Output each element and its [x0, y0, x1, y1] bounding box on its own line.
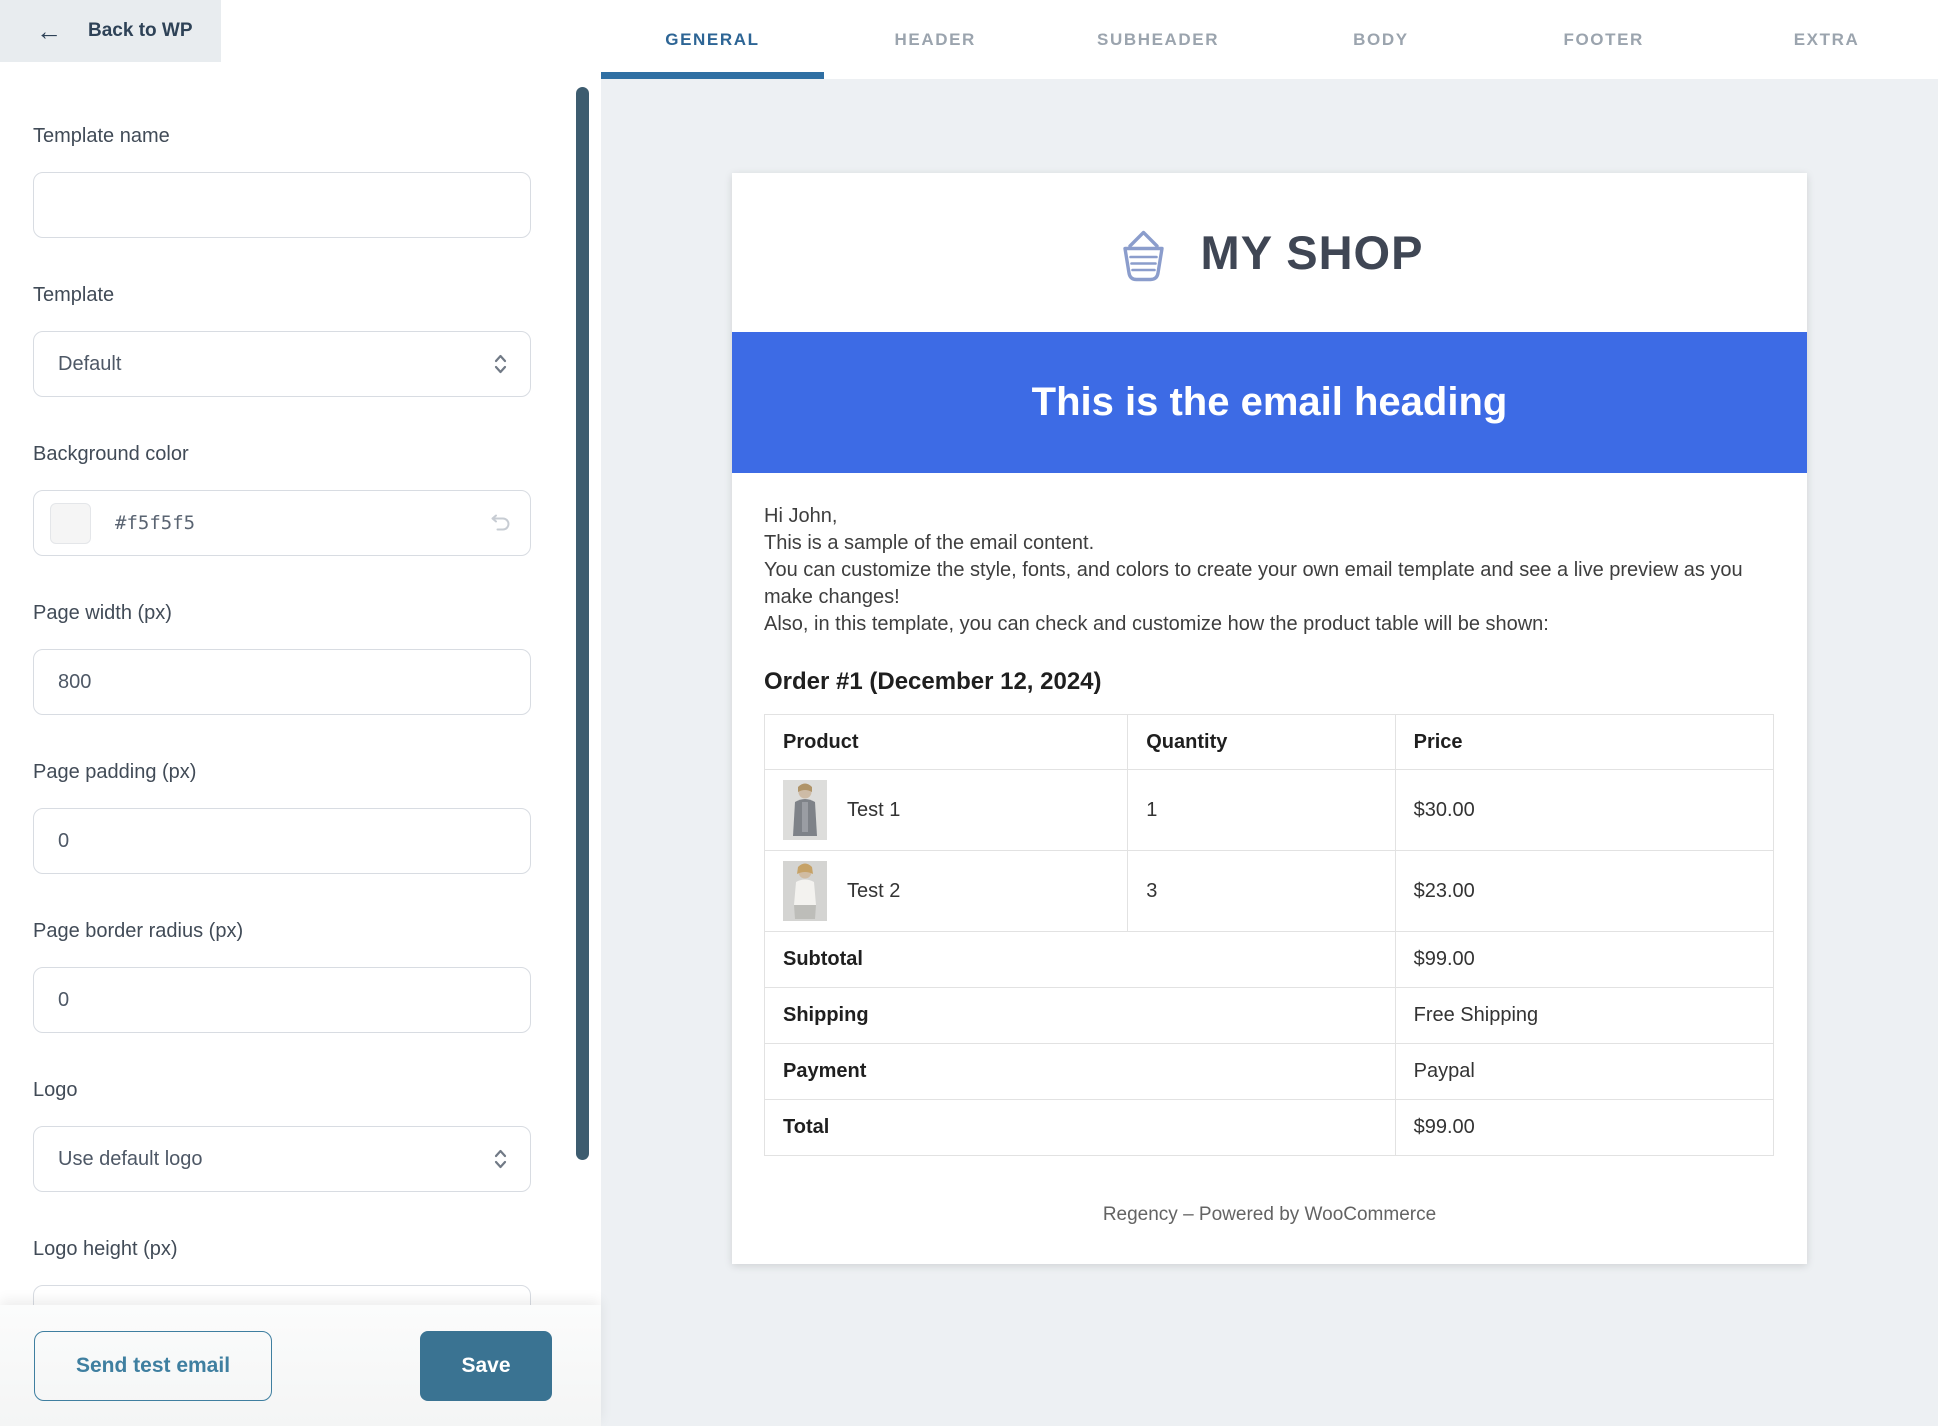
page-width-label: Page width (px) [33, 602, 564, 625]
table-row: Test 2 3 $23.00 [765, 851, 1774, 932]
field-template: Template Default [33, 284, 564, 397]
settings-form: Template name Template Default Backgroun… [0, 62, 564, 1351]
order-table-wrap: Product Quantity Price [732, 696, 1807, 1156]
product-image-test-1 [783, 780, 827, 840]
field-page-padding: Page padding (px) [33, 761, 564, 874]
email-preview-area: MY SHOP This is the email heading Hi Joh… [601, 79, 1938, 1426]
summary-label: Subtotal [765, 932, 1396, 988]
section-tabs: GENERAL HEADER SUBHEADER BODY FOOTER EXT… [601, 0, 1938, 79]
chevron-updown-icon [493, 1147, 508, 1171]
field-page-width: Page width (px) [33, 602, 564, 715]
body-line: Hi John, [764, 503, 1775, 530]
summary-value: $99.00 [1395, 932, 1773, 988]
background-color-value: #f5f5f5 [115, 512, 195, 534]
tab-general[interactable]: GENERAL [601, 0, 824, 79]
page-border-radius-label: Page border radius (px) [33, 920, 564, 943]
reset-color-icon[interactable] [490, 512, 512, 534]
product-price: $23.00 [1395, 851, 1773, 932]
template-label: Template [33, 284, 564, 307]
order-heading: Order #1 (December 12, 2024) [732, 638, 1807, 696]
email-preview-card: MY SHOP This is the email heading Hi Joh… [732, 173, 1807, 1264]
field-template-name: Template name [33, 125, 564, 238]
page-padding-input[interactable] [58, 830, 506, 853]
table-header-row: Product Quantity Price [765, 715, 1774, 770]
background-color-label: Background color [33, 443, 564, 466]
email-footer-text: Regency – Powered by WooCommerce [732, 1204, 1807, 1226]
app-window: ← Back to WP Template name Template Defa… [0, 0, 1938, 1426]
product-image-test-2 [783, 861, 827, 921]
template-name-input[interactable] [58, 194, 506, 217]
tab-subheader[interactable]: SUBHEADER [1047, 0, 1270, 79]
product-quantity: 1 [1128, 770, 1395, 851]
template-select[interactable]: Default [33, 331, 531, 397]
product-name: Test 1 [847, 799, 900, 822]
back-to-wp-label: Back to WP [88, 20, 193, 42]
email-logo-row: MY SHOP [732, 173, 1807, 332]
save-button[interactable]: Save [420, 1331, 552, 1401]
back-to-wp-button[interactable]: ← Back to WP [0, 0, 221, 62]
back-arrow-icon: ← [36, 18, 62, 44]
summary-row: Subtotal $99.00 [765, 932, 1774, 988]
chevron-updown-icon [493, 352, 508, 376]
summary-label: Payment [765, 1044, 1396, 1100]
summary-value: $99.00 [1395, 1100, 1773, 1156]
order-table: Product Quantity Price [764, 714, 1774, 1156]
field-background-color: Background color #f5f5f5 [33, 443, 564, 556]
product-name: Test 2 [847, 880, 900, 903]
page-width-input[interactable] [58, 671, 506, 694]
body-line: Also, in this template, you can check an… [764, 611, 1775, 638]
summary-row: Total $99.00 [765, 1100, 1774, 1156]
background-color-field[interactable]: #f5f5f5 [33, 490, 531, 556]
sidebar-scrollbar[interactable] [576, 87, 589, 1160]
sidebar-footer: Send test email Save [0, 1305, 601, 1426]
color-swatch[interactable] [50, 503, 91, 544]
summary-row: Shipping Free Shipping [765, 988, 1774, 1044]
col-header-quantity: Quantity [1128, 715, 1395, 770]
email-heading-text: This is the email heading [1032, 380, 1508, 425]
product-price: $30.00 [1395, 770, 1773, 851]
table-row: Test 1 1 $30.00 [765, 770, 1774, 851]
body-line: This is a sample of the email content. [764, 530, 1775, 557]
summary-label: Total [765, 1100, 1396, 1156]
page-border-radius-input[interactable] [58, 989, 506, 1012]
tab-footer[interactable]: FOOTER [1492, 0, 1715, 79]
settings-sidebar: ← Back to WP Template name Template Defa… [0, 0, 601, 1426]
template-name-label: Template name [33, 125, 564, 148]
page-padding-label: Page padding (px) [33, 761, 564, 784]
field-logo: Logo Use default logo [33, 1079, 564, 1192]
main-area: GENERAL HEADER SUBHEADER BODY FOOTER EXT… [601, 0, 1938, 1426]
tab-body[interactable]: BODY [1269, 0, 1492, 79]
col-header-price: Price [1395, 715, 1773, 770]
tab-header[interactable]: HEADER [824, 0, 1047, 79]
summary-value: Paypal [1395, 1044, 1773, 1100]
email-body-text: Hi John, This is a sample of the email c… [732, 473, 1807, 638]
tab-extra[interactable]: EXTRA [1715, 0, 1938, 79]
summary-value: Free Shipping [1395, 988, 1773, 1044]
shop-basket-icon [1116, 224, 1171, 282]
summary-label: Shipping [765, 988, 1396, 1044]
body-line: You can customize the style, fonts, and … [764, 557, 1775, 611]
send-test-email-button[interactable]: Send test email [34, 1331, 272, 1401]
shop-name: MY SHOP [1201, 225, 1424, 280]
logo-select-value: Use default logo [58, 1148, 203, 1171]
logo-height-label: Logo height (px) [33, 1238, 564, 1261]
summary-row: Payment Paypal [765, 1044, 1774, 1100]
logo-label: Logo [33, 1079, 564, 1102]
email-heading-banner: This is the email heading [732, 332, 1807, 473]
product-quantity: 3 [1128, 851, 1395, 932]
template-select-value: Default [58, 353, 121, 376]
field-page-border-radius: Page border radius (px) [33, 920, 564, 1033]
logo-select[interactable]: Use default logo [33, 1126, 531, 1192]
col-header-product: Product [765, 715, 1128, 770]
